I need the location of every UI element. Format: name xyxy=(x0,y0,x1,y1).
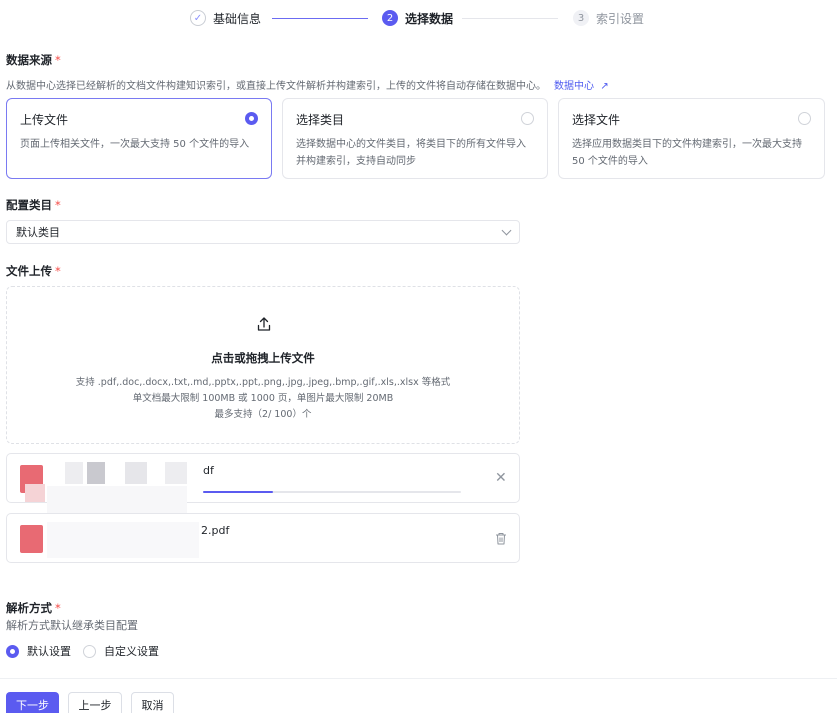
select-value: 默认类目 xyxy=(16,226,60,239)
external-link-icon: ↗ xyxy=(600,81,609,92)
upload-count: 最多支持（2/ 100）个 xyxy=(214,409,312,420)
source-option-upload[interactable]: 上传文件 页面上传相关文件，一次最大支持 50 个文件的导入 xyxy=(6,98,272,179)
chevron-down-icon xyxy=(501,225,512,235)
required-mark: * xyxy=(55,53,61,67)
upload-formats: 支持 .pdf,.doc,.docx,.txt,.md,.pptx,.ppt,.… xyxy=(75,377,451,388)
step-index-settings[interactable]: 3 索引设置 xyxy=(573,8,644,28)
step-basic-info[interactable]: ✓ 基础信息 xyxy=(190,8,261,28)
file-item: 2.pdf xyxy=(6,513,520,563)
link-text: 数据中心 xyxy=(554,81,594,92)
step-label: 选择数据 xyxy=(405,11,454,26)
check-icon: ✓ xyxy=(190,10,206,26)
option-title: 上传文件 xyxy=(20,113,69,127)
step-select-data[interactable]: 2 选择数据 xyxy=(382,8,453,28)
radio-unselected[interactable] xyxy=(83,644,96,658)
parse-description: 解析方式默认继承类目配置 xyxy=(6,619,138,632)
file-item: df ✕ xyxy=(6,453,520,522)
category-label: 配置类目 * xyxy=(6,197,61,213)
parse-option-custom[interactable]: 自定义设置 xyxy=(83,643,159,659)
close-icon[interactable]: ✕ xyxy=(495,471,507,485)
file-pdf-icon xyxy=(20,525,43,553)
radio-selected[interactable] xyxy=(6,644,19,658)
trash-icon[interactable] xyxy=(495,532,507,545)
footer-divider xyxy=(0,678,837,679)
file-name: 2.pdf xyxy=(201,524,230,537)
steps-bar: ✓ 基础信息 2 选择数据 3 索引设置 xyxy=(0,8,837,28)
upload-icon xyxy=(257,317,271,331)
progress-fill xyxy=(203,491,273,493)
upload-dropzone[interactable]: 点击或拖拽上传文件 支持 .pdf,.doc,.docx,.txt,.md,.p… xyxy=(6,286,520,444)
parse-option-default[interactable]: 默认设置 xyxy=(6,643,71,659)
redacted-area xyxy=(65,462,83,484)
category-select[interactable]: 默认类目 xyxy=(6,220,520,244)
radio-unselected[interactable] xyxy=(521,112,534,125)
step-connector xyxy=(272,18,368,19)
description-text: 从数据中心选择已经解析的文档文件构建知识索引，或直接上传文件解析并构建索引，上传… xyxy=(6,81,546,92)
label-text: 文件上传 xyxy=(6,264,52,278)
redacted-area xyxy=(25,484,45,502)
required-mark: * xyxy=(55,264,61,278)
upload-limits: 单文档最大限制 100MB 或 1000 页，单图片最大限制 20MB xyxy=(132,393,394,404)
upload-title: 点击或拖拽上传文件 xyxy=(211,351,315,365)
upload-label: 文件上传 * xyxy=(6,263,61,279)
option-title: 选择类目 xyxy=(296,113,345,127)
cancel-button[interactable]: 取消 xyxy=(131,692,174,713)
source-option-file[interactable]: 选择文件 选择应用数据类目下的文件构建索引，一次最大支持 50 个文件的导入 xyxy=(558,98,825,179)
data-center-link[interactable]: 数据中心 ↗ xyxy=(554,81,609,92)
step-number: 2 xyxy=(382,10,398,26)
prev-button[interactable]: 上一步 xyxy=(68,692,122,713)
label-text: 配置类目 xyxy=(6,198,52,212)
data-source-description: 从数据中心选择已经解析的文档文件构建知识索引，或直接上传文件解析并构建索引，上传… xyxy=(6,77,609,92)
option-label: 默认设置 xyxy=(27,645,71,658)
step-connector xyxy=(462,18,558,19)
option-title: 选择文件 xyxy=(572,113,621,127)
option-desc: 页面上传相关文件，一次最大支持 50 个文件的导入 xyxy=(20,139,250,150)
next-button[interactable]: 下一步 xyxy=(6,692,59,713)
step-label: 基础信息 xyxy=(213,11,262,26)
label-text: 解析方式 xyxy=(6,601,52,615)
required-mark: * xyxy=(55,198,61,212)
step-label: 索引设置 xyxy=(596,11,645,26)
radio-unselected[interactable] xyxy=(798,112,811,125)
file-name: df xyxy=(203,464,214,477)
data-source-label: 数据来源 * xyxy=(6,52,61,68)
redacted-area xyxy=(47,522,199,558)
radio-selected[interactable] xyxy=(245,112,258,125)
parse-label: 解析方式 * xyxy=(6,600,61,616)
option-desc: 选择数据中心的文件类目，将类目下的所有文件导入并构建索引，支持自动同步 xyxy=(296,139,526,167)
redacted-area xyxy=(87,462,105,484)
redacted-area xyxy=(165,462,187,484)
step-number: 3 xyxy=(573,10,589,26)
option-desc: 选择应用数据类目下的文件构建索引，一次最大支持 50 个文件的导入 xyxy=(572,139,802,167)
option-label: 自定义设置 xyxy=(104,645,159,658)
label-text: 数据来源 xyxy=(6,53,52,67)
upload-progress xyxy=(203,491,461,493)
required-mark: * xyxy=(55,601,61,615)
source-option-category[interactable]: 选择类目 选择数据中心的文件类目，将类目下的所有文件导入并构建索引，支持自动同步 xyxy=(282,98,548,179)
redacted-area xyxy=(125,462,147,484)
